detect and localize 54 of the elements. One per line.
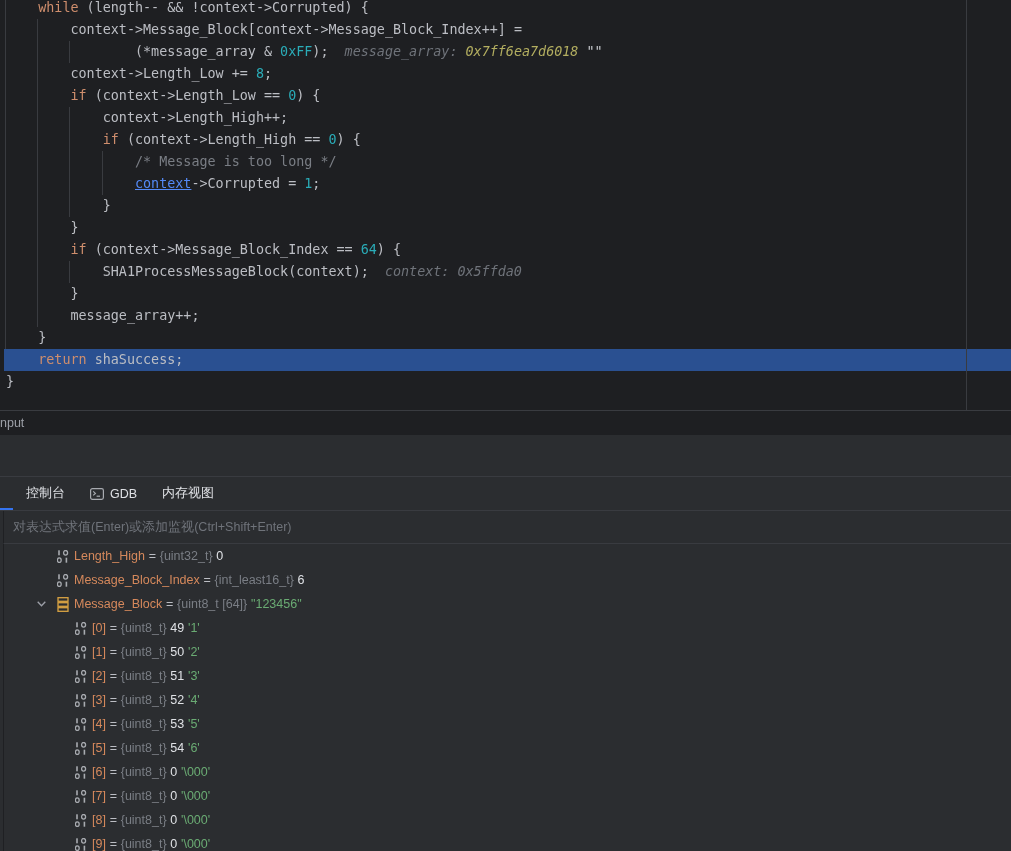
binary-icon	[75, 789, 87, 803]
variable-entry[interactable]: Message_Block_Index = {int_least16_t} 6	[74, 573, 305, 587]
code-line: context->Corrupted = 1;	[135, 176, 321, 191]
binary-icon	[75, 669, 87, 683]
code-line: }	[70, 220, 79, 235]
binary-icon	[75, 693, 87, 707]
variable-entry[interactable]: Length_High = {uint32_t} 0	[74, 549, 224, 563]
code-link[interactable]: context	[135, 176, 192, 191]
code-line: if (context->Message_Block_Index == 64) {	[70, 242, 402, 257]
binary-icon	[75, 645, 87, 659]
code-line: if (context->Length_Low == 0) {	[70, 88, 321, 103]
variable-entry[interactable]: [8] = {uint8_t} 0 '\000'	[92, 813, 211, 827]
inlay-hint: message_array: 0x7ff6ea7d6018 ""	[344, 44, 603, 59]
chevron-icon[interactable]	[37, 601, 46, 607]
variable-entry[interactable]: [7] = {uint8_t} 0 '\000'	[92, 789, 211, 803]
variable-entry[interactable]: [0] = {uint8_t} 49 '1'	[92, 621, 200, 635]
code-line: }	[70, 286, 79, 301]
binary-icon	[75, 837, 87, 851]
binary-icon	[75, 621, 87, 635]
code-line: context->Message_Block[context->Message_Block_Index++] =	[70, 22, 522, 37]
binary-icon	[75, 717, 87, 731]
variable-entry[interactable]: [1] = {uint8_t} 50 '2'	[92, 645, 200, 659]
variable-entry[interactable]: [2] = {uint8_t} 51 '3'	[92, 669, 200, 683]
code-line: while (length-- && !context->Corrupted) {	[38, 0, 369, 15]
code-line: }	[6, 374, 15, 389]
tab[interactable]: 控制台	[13, 477, 77, 510]
binary-icon	[75, 741, 87, 755]
code-line: context->Length_High++;	[102, 110, 289, 125]
terminal-icon	[90, 487, 104, 500]
code-line: if (context->Length_High == 0) {	[102, 132, 361, 147]
panel-label[interactable]: nput	[0, 416, 25, 430]
variable-entry[interactable]: [5] = {uint8_t} 54 '6'	[92, 741, 200, 755]
evaluate-field[interactable]: 对表达式求值(Enter)或添加监视(Ctrl+Shift+Enter)	[3, 511, 1011, 544]
code-line: }	[102, 198, 111, 213]
variable-entry[interactable]: [9] = {uint8_t} 0 '\000'	[92, 837, 211, 851]
binary-icon	[57, 573, 69, 587]
inlay-hint: context: 0x5ffda0	[384, 264, 522, 279]
code-line: }	[38, 330, 47, 345]
variable-entry[interactable]: Message_Block = {uint8_t [64]} "123456"	[74, 597, 302, 611]
variable-entry[interactable]: [6] = {uint8_t} 0 '\000'	[92, 765, 211, 779]
variable-entry[interactable]: [3] = {uint8_t} 52 '4'	[92, 693, 200, 707]
code-line: (*message_array & 0xFF);	[135, 44, 329, 59]
code-line: context->Length_Low += 8;	[70, 66, 273, 81]
code-line: message_array++;	[70, 308, 200, 323]
code-line: /* Message is too long */	[135, 154, 337, 169]
code-line: return shaSuccess;	[38, 352, 184, 367]
code-line: SHA1ProcessMessageBlock(context);	[102, 264, 369, 279]
array-icon	[57, 596, 69, 612]
tab[interactable]: GDB	[77, 477, 150, 510]
variable-entry[interactable]: [4] = {uint8_t} 53 '5'	[92, 717, 200, 731]
binary-icon	[75, 765, 87, 779]
binary-icon	[57, 549, 69, 563]
tab[interactable]: 内存视图	[149, 477, 227, 510]
binary-icon	[75, 813, 87, 827]
